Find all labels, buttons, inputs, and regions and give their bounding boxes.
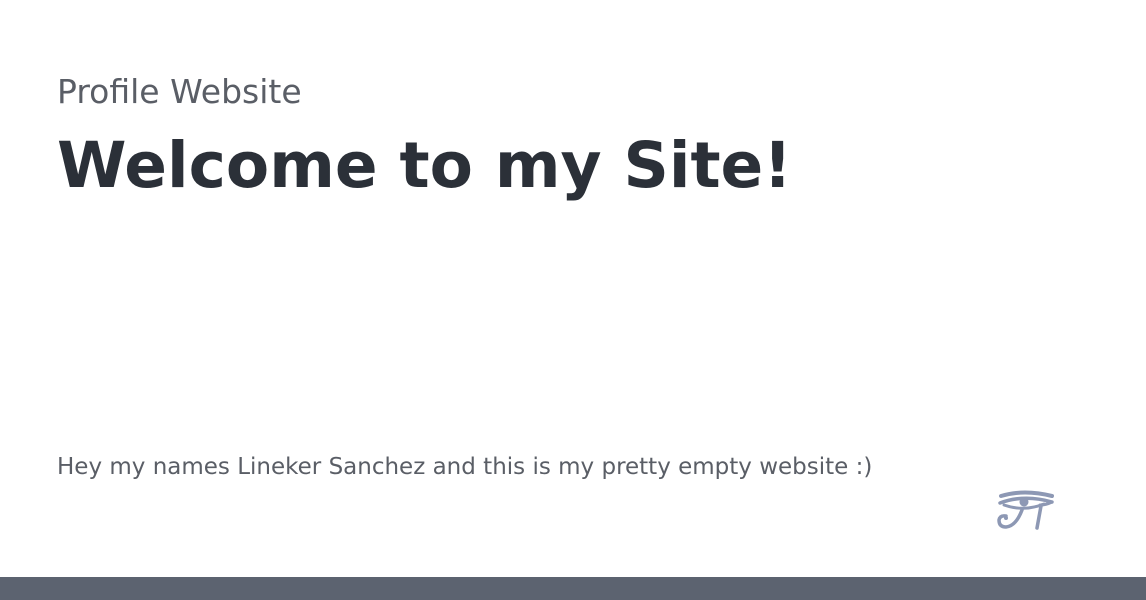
page: Profile Website Welcome to my Site! Hey … — [0, 0, 1146, 600]
intro-text: Hey my names Lineker Sanchez and this is… — [57, 454, 873, 480]
pupil — [1019, 497, 1029, 507]
site-kicker: Profile Website — [57, 72, 302, 111]
page-title: Welcome to my Site! — [57, 129, 793, 202]
eye-of-horus-icon — [997, 490, 1054, 530]
footer-bar — [0, 577, 1146, 600]
